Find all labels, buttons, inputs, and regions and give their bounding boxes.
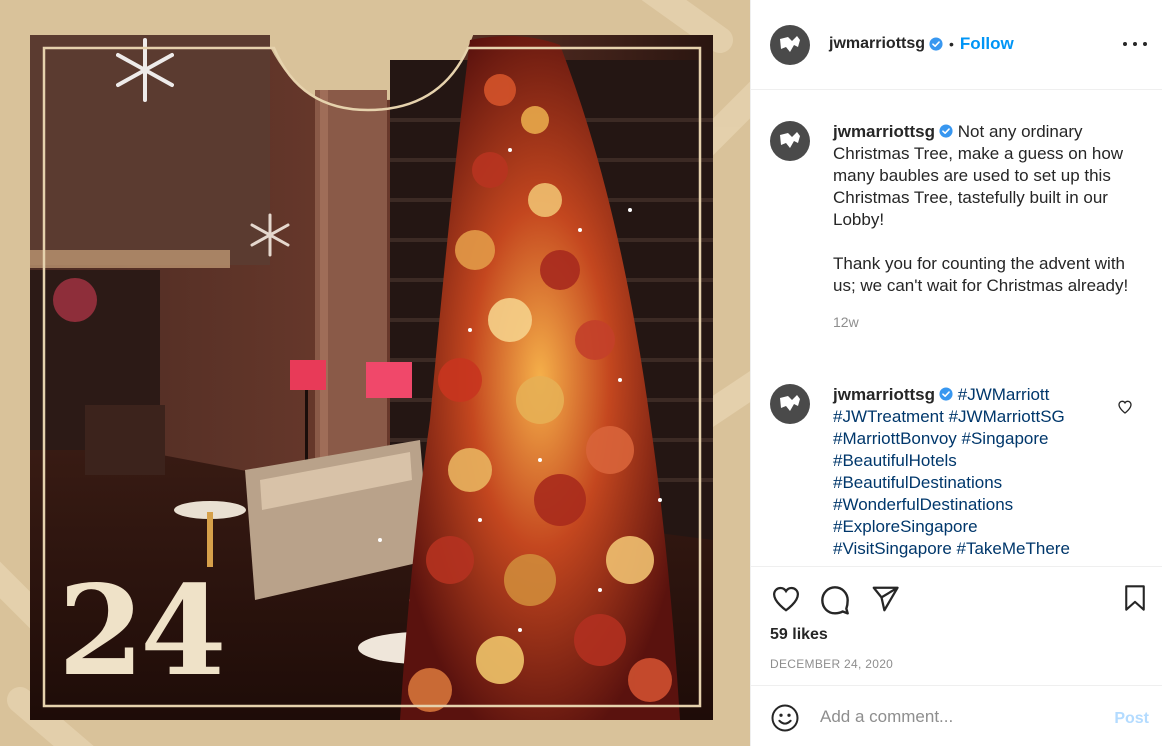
hashtag-link[interactable]: #JWTreatment [833,407,944,426]
hashtag-link[interactable]: #ExploreSingapore [833,517,978,536]
hashtag-link[interactable]: #TakeMeThere [957,539,1070,558]
header-user-line: jwmarriottsg • Follow [829,34,1014,54]
comment-bubble-icon[interactable] [819,584,851,616]
hashtag-link[interactable]: #BeautifulDestinations [833,473,1002,492]
verified-badge-icon [939,124,953,138]
hashtag-link[interactable]: #BeautifulHotels [833,451,957,470]
save-bookmark-icon[interactable] [1121,582,1149,614]
share-paper-plane-icon[interactable] [869,584,901,614]
marriott-logo-icon [780,132,800,148]
separator-dot: • [949,36,954,52]
caption-text: Not any ordinary Christmas Tree, make a … [833,122,1129,295]
more-dot [1123,42,1127,46]
avatar[interactable] [770,121,810,161]
comments-list[interactable]: jwmarriottsg Not any ordinary Christmas … [751,91,1162,565]
verified-badge-icon [929,37,943,51]
hashtag-link[interactable]: #JWMarriottSG [949,407,1065,426]
add-comment-bar: Post [751,685,1162,746]
avatar[interactable] [770,25,810,65]
like-heart-icon[interactable] [770,584,802,614]
follow-button[interactable]: Follow [960,34,1014,54]
post-side-panel: jwmarriottsg • Follow jwmarriottsg Not a… [750,0,1162,746]
hashtag-comment-body: jwmarriottsg #JWMarriott #JWTreatment #J… [833,384,1093,560]
caption-time[interactable]: 12w [833,311,1133,333]
more-dot [1133,42,1137,46]
hashtag-link[interactable]: #VisitSingapore [833,539,952,558]
avatar[interactable] [770,384,810,424]
hashtag-link[interactable]: #Singapore [962,429,1049,448]
more-dot [1143,42,1147,46]
advent-day-number: 24 [58,559,227,704]
post-date[interactable]: DECEMBER 24, 2020 [770,657,893,671]
verified-badge-icon [939,387,953,401]
likes-count[interactable]: 59 likes [770,626,828,644]
marriott-logo-icon [780,395,800,411]
post-header: jwmarriottsg • Follow [751,0,1162,90]
post-comment-button[interactable]: Post [1114,710,1149,728]
header-username[interactable]: jwmarriottsg [829,35,925,53]
caption-username[interactable]: jwmarriottsg [833,122,935,141]
hashtag-link[interactable]: #MarriottBonvoy [833,429,957,448]
caption-body: jwmarriottsg Not any ordinary Christmas … [833,121,1133,333]
post-actions: 59 likes DECEMBER 24, 2020 [751,566,1162,684]
post-image[interactable]: 24 [0,0,750,746]
hashtag-link[interactable]: #WonderfulDestinations [833,495,1013,514]
emoji-smiley-icon[interactable] [770,703,800,733]
like-comment-heart-icon[interactable] [1117,399,1133,415]
hashtag-link[interactable]: #JWMarriott [958,385,1050,404]
more-options-icon[interactable] [1123,34,1147,54]
comment-username[interactable]: jwmarriottsg [833,385,935,404]
marriott-logo-icon [780,36,800,52]
comment-input[interactable] [820,705,1100,729]
